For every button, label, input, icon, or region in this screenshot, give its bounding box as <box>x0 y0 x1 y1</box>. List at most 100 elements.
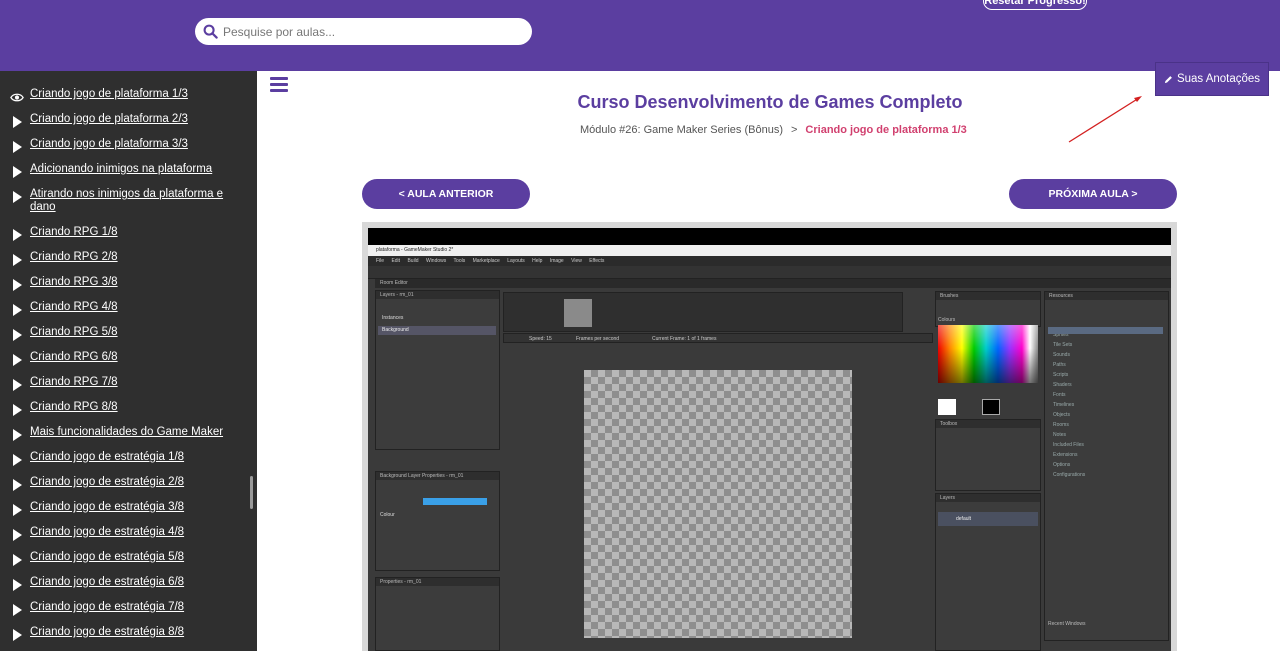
sidebar-lesson-item[interactable]: Criando RPG 4/8 <box>10 301 240 317</box>
notes-button[interactable]: Suas Anotações <box>1155 62 1269 96</box>
gm-colour-palette <box>938 325 1038 383</box>
gm-bg-props-panel: Background Layer Properties - rm_01 No S… <box>375 471 500 571</box>
sidebar-lesson-label[interactable]: Criando jogo de estratégia 8/8 <box>30 626 184 639</box>
play-icon <box>10 478 24 492</box>
sidebar-lesson-item[interactable]: Criando jogo de plataforma 3/3 <box>10 138 240 154</box>
sidebar-lesson-item[interactable]: Criando RPG 1/8 <box>10 226 240 242</box>
sidebar-lesson-item[interactable]: Criando RPG 7/8 <box>10 376 240 392</box>
sidebar-lesson-label[interactable]: Criando jogo de estratégia 7/8 <box>30 601 184 614</box>
gm-resource-item: Extensions <box>1053 452 1078 458</box>
gm-resource-item: Sounds <box>1053 352 1070 358</box>
play-icon <box>10 140 24 154</box>
gm-resource-item: Timelines <box>1053 402 1075 408</box>
sidebar-lesson-label[interactable]: Criando jogo de estratégia 1/8 <box>30 451 184 464</box>
gm-colours-title: Colours <box>938 317 956 323</box>
sidebar-lesson-label[interactable]: Criando RPG 3/8 <box>30 276 118 289</box>
previous-lesson-button[interactable]: < AULA ANTERIOR <box>362 179 530 209</box>
play-icon <box>10 628 24 642</box>
sidebar-lesson-label[interactable]: Criando RPG 8/8 <box>30 401 118 414</box>
lesson-video[interactable]: plataforma - GameMaker Studio 2* File Ed… <box>362 222 1177 651</box>
gm-toolbar <box>368 266 1171 279</box>
sidebar-lesson-item[interactable]: Criando jogo de estratégia 3/8 <box>10 501 240 517</box>
next-lesson-button[interactable]: PRÓXIMA AULA > <box>1009 179 1177 209</box>
reset-progress-button[interactable]: Resetar Progresso! <box>983 0 1087 10</box>
gm-layer-instances: Instances <box>382 315 404 321</box>
gm-properties-title: Properties - rm_01 <box>376 578 499 586</box>
sidebar-lesson-item[interactable]: Criando jogo de plataforma 1/3 <box>10 88 240 104</box>
sidebar-lesson-label[interactable]: Criando RPG 1/8 <box>30 226 118 239</box>
sidebar-lesson-item[interactable]: Criando jogo de estratégia 7/8 <box>10 601 240 617</box>
sidebar-lesson-item[interactable]: Criando jogo de plataforma 2/3 <box>10 113 240 129</box>
gm-current-frame: Current Frame: 1 of 1 frames <box>652 336 717 342</box>
play-icon <box>10 353 24 367</box>
gm-resources-title: Resources <box>1045 292 1168 300</box>
gm-recent-windows: Recent Windows <box>1048 621 1086 627</box>
sidebar-lesson-label[interactable]: Criando RPG 4/8 <box>30 301 118 314</box>
play-icon <box>10 453 24 467</box>
gm-resource-item: Scripts <box>1053 372 1069 378</box>
sidebar-lesson-label[interactable]: Criando RPG 2/8 <box>30 251 118 264</box>
gm-colour-label: Colour <box>380 512 395 518</box>
gm-resource-item: Tile Sets <box>1053 342 1073 348</box>
gm-properties-panel: Properties - rm_01 <box>375 577 500 651</box>
gm-resource-item: Paths <box>1053 362 1066 368</box>
play-icon <box>10 328 24 342</box>
gm-secondary-colour <box>982 399 1000 415</box>
sidebar-lesson-item[interactable]: Criando RPG 8/8 <box>10 401 240 417</box>
search-input[interactable] <box>223 24 513 39</box>
sidebar-lesson-item[interactable]: Criando jogo de estratégia 2/8 <box>10 476 240 492</box>
breadcrumb-module[interactable]: Módulo #26: Game Maker Series (Bônus) <box>580 124 783 136</box>
sidebar-lesson-item[interactable]: Criando jogo de estratégia 1/8 <box>10 451 240 467</box>
sidebar-lesson-item[interactable]: Atirando nos inimigos da plataforma e da… <box>10 188 240 214</box>
search-box[interactable] <box>195 18 532 45</box>
gm-menu-bar: File Edit Build Windows Tools Marketplac… <box>368 256 1171 266</box>
play-icon <box>10 303 24 317</box>
sidebar-lesson-item[interactable]: Criando jogo de estratégia 8/8 <box>10 626 240 642</box>
sidebar-lesson-label[interactable]: Criando jogo de estratégia 6/8 <box>30 576 184 589</box>
sidebar-lesson-item[interactable]: Criando RPG 2/8 <box>10 251 240 267</box>
sidebar-lesson-item[interactable]: Adicionando inimigos na plataforma <box>10 163 240 179</box>
sidebar-lesson-item[interactable]: Criando RPG 3/8 <box>10 276 240 292</box>
video-frame[interactable]: plataforma - GameMaker Studio 2* File Ed… <box>368 228 1171 651</box>
course-title: Curso Desenvolvimento de Games Completo <box>577 92 963 112</box>
notes-button-label: Suas Anotações <box>1176 73 1261 85</box>
breadcrumb-separator: > <box>790 124 798 136</box>
gm-default-layer: default <box>956 516 972 522</box>
sidebar-lesson-item[interactable]: Criando jogo de estratégia 5/8 <box>10 551 240 567</box>
gm-fps: Frames per second <box>576 336 620 342</box>
sidebar-lesson-item[interactable]: Mais funcionalidades do Game Maker <box>10 426 240 442</box>
lesson-sidebar: Criando jogo de plataforma 1/3 Criando jo… <box>0 71 257 651</box>
sidebar-lesson-item[interactable]: Criando jogo de estratégia 6/8 <box>10 576 240 592</box>
gm-room-editor-tab: Room Editor <box>380 280 408 286</box>
sidebar-lesson-label[interactable]: Criando RPG 5/8 <box>30 326 118 339</box>
sidebar-lesson-label[interactable]: Criando jogo de plataforma 3/3 <box>30 138 188 151</box>
gm-bg-props-title: Background Layer Properties - rm_01 <box>376 472 499 480</box>
sidebar-lesson-label[interactable]: Criando jogo de estratégia 3/8 <box>30 501 184 514</box>
sidebar-lesson-label[interactable]: Adicionando inimigos na plataforma <box>30 163 212 176</box>
gm-layers-panel: Layers - rm_01 Instances Background <box>375 290 500 450</box>
sidebar-lesson-label[interactable]: Criando jogo de plataforma 1/3 <box>30 88 188 101</box>
sidebar-lesson-item[interactable]: Criando RPG 6/8 <box>10 351 240 367</box>
sidebar-lesson-item[interactable]: Criando RPG 5/8 <box>10 326 240 342</box>
sidebar-lesson-item[interactable]: Criando jogo de estratégia 4/8 <box>10 526 240 542</box>
sidebar-lesson-label[interactable]: Atirando nos inimigos da plataforma e da… <box>30 188 240 214</box>
sidebar-lesson-label[interactable]: Criando jogo de estratégia 4/8 <box>30 526 184 539</box>
sidebar-lesson-label[interactable]: Criando jogo de estratégia 2/8 <box>30 476 184 489</box>
sidebar-lesson-label[interactable]: Criando jogo de estratégia 5/8 <box>30 551 184 564</box>
play-icon <box>10 190 24 204</box>
sidebar-lesson-label[interactable]: Criando RPG 7/8 <box>30 376 118 389</box>
gm-layer-background: Background <box>382 327 409 333</box>
gm-resource-item: Configurations <box>1053 472 1086 478</box>
sidebar-lesson-label[interactable]: Criando jogo de plataforma 2/3 <box>30 113 188 126</box>
sidebar-lesson-label[interactable]: Mais funcionalidades do Game Maker <box>30 426 223 439</box>
play-icon <box>10 278 24 292</box>
gm-colour-bar <box>423 498 487 505</box>
gm-tab-strip: Room Editor <box>375 279 1171 288</box>
sidebar-lesson-label[interactable]: Criando RPG 6/8 <box>30 351 118 364</box>
gm-right-layers-panel: Layers default <box>935 493 1041 651</box>
menu-toggle-icon[interactable] <box>270 77 288 92</box>
sidebar-scrollbar[interactable] <box>250 476 253 509</box>
gm-layers-title: Layers - rm_01 <box>376 291 499 299</box>
top-header: Resetar Progresso! <box>0 0 1280 71</box>
play-icon <box>10 428 24 442</box>
